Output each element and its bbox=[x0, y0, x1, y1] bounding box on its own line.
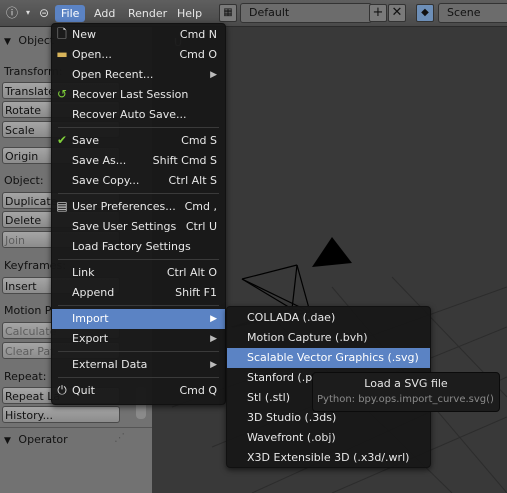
add-screen-icon[interactable]: + bbox=[369, 4, 387, 22]
menu-item-link[interactable]: Link Ctrl Alt O bbox=[52, 263, 225, 283]
menu-item-save-user-settings[interactable]: Save User Settings Ctrl U bbox=[52, 217, 225, 237]
checkmark-icon: ✔ bbox=[56, 133, 68, 147]
chevron-down-icon: ▼ bbox=[4, 37, 11, 47]
chevron-down-icon[interactable]: ▾ bbox=[20, 5, 36, 21]
remove-screen-icon[interactable]: ✕ bbox=[388, 4, 406, 22]
preferences-icon: ▤ bbox=[56, 199, 68, 213]
submenu-arrow-icon: ▶ bbox=[210, 360, 217, 370]
menu-item-append[interactable]: Append Shift F1 bbox=[52, 283, 225, 303]
camera-triangle bbox=[312, 237, 352, 267]
submenu-arrow-icon: ▶ bbox=[210, 70, 217, 80]
history-button[interactable]: History... bbox=[2, 406, 120, 423]
new-file-icon: 🗋 bbox=[57, 27, 67, 41]
menu-separator bbox=[58, 193, 219, 194]
object-panel-title: Object bbox=[18, 34, 55, 47]
tooltip: Load a SVG file Python: bpy.ops.import_c… bbox=[312, 372, 500, 412]
scene-icon[interactable]: ◆ bbox=[416, 4, 434, 22]
menu-help[interactable]: Help bbox=[171, 5, 208, 22]
menu-item-save-copy[interactable]: Save Copy... Ctrl Alt S bbox=[52, 171, 225, 191]
scene-field[interactable]: Scene bbox=[438, 3, 507, 23]
menu-separator bbox=[58, 259, 219, 260]
collapse-menus-icon[interactable]: ⊝ bbox=[36, 5, 52, 21]
menu-file[interactable]: File bbox=[55, 5, 86, 22]
operator-panel-title: Operator bbox=[18, 433, 68, 446]
import-item-obj[interactable]: Wavefront (.obj) bbox=[227, 428, 430, 448]
motion-paths-label: Motion Pa bbox=[4, 304, 58, 317]
submenu-arrow-icon: ▶ bbox=[210, 334, 217, 344]
import-item-bvh[interactable]: Motion Capture (.bvh) bbox=[227, 328, 430, 348]
object-panel-header[interactable]: ▼ Object bbox=[4, 31, 54, 51]
menu-separator bbox=[58, 127, 219, 128]
operator-panel-header[interactable]: ▼ Operator bbox=[4, 430, 68, 450]
drag-handle-icon[interactable]: ⋰ bbox=[114, 431, 128, 445]
menu-item-external-data[interactable]: External Data ▶ bbox=[52, 355, 225, 375]
recover-icon: ↺ bbox=[56, 87, 68, 101]
chevron-down-icon: ▼ bbox=[4, 436, 11, 446]
menu-item-open-recent[interactable]: Open Recent... ▶ bbox=[52, 65, 225, 85]
menu-separator bbox=[58, 377, 219, 378]
panel-divider bbox=[0, 427, 152, 428]
menu-item-user-preferences[interactable]: ▤ User Preferences... Cmd , bbox=[52, 197, 225, 217]
menu-item-new[interactable]: 🗋 New Cmd N bbox=[52, 25, 225, 45]
menu-item-save[interactable]: ✔ Save Cmd S bbox=[52, 131, 225, 151]
tooltip-title: Load a SVG file bbox=[364, 377, 448, 390]
screen-layout-field[interactable]: Default bbox=[240, 3, 372, 23]
file-menu: 🗋 New Cmd N ▬ Open... Cmd O Open Recent.… bbox=[51, 23, 226, 405]
menu-item-recover-last-session[interactable]: ↺ Recover Last Session bbox=[52, 85, 225, 105]
menu-item-open[interactable]: ▬ Open... Cmd O bbox=[52, 45, 225, 65]
menu-item-import[interactable]: Import ▶ bbox=[52, 309, 225, 329]
import-item-svg[interactable]: Scalable Vector Graphics (.svg) bbox=[227, 348, 430, 368]
import-item-x3d[interactable]: X3D Extensible 3D (.x3d/.wrl) bbox=[227, 448, 430, 468]
menu-separator bbox=[58, 351, 219, 352]
menu-item-export[interactable]: Export ▶ bbox=[52, 329, 225, 349]
submenu-arrow-icon: ▶ bbox=[210, 314, 217, 324]
menu-item-recover-auto-save[interactable]: Recover Auto Save... bbox=[52, 105, 225, 125]
power-icon: ⏻ bbox=[57, 383, 67, 397]
tooltip-python: Python: bpy.ops.import_curve.svg() bbox=[317, 394, 494, 405]
editor-type-info-icon[interactable]: ⓘ bbox=[4, 5, 20, 21]
screen-layout-icon[interactable]: ▦ bbox=[219, 4, 237, 22]
folder-icon: ▬ bbox=[56, 47, 68, 61]
import-item-collada[interactable]: COLLADA (.dae) bbox=[227, 308, 430, 328]
menu-add[interactable]: Add bbox=[88, 5, 121, 22]
menu-item-load-factory-settings[interactable]: Load Factory Settings bbox=[52, 237, 225, 257]
repeat-label: Repeat: bbox=[4, 370, 47, 383]
menu-separator bbox=[58, 305, 219, 306]
menu-item-save-as[interactable]: Save As... Shift Cmd S bbox=[52, 151, 225, 171]
menu-render[interactable]: Render bbox=[122, 5, 173, 22]
object-label: Object: bbox=[4, 174, 44, 187]
menu-item-quit[interactable]: ⏻ Quit Cmd Q bbox=[52, 381, 225, 401]
